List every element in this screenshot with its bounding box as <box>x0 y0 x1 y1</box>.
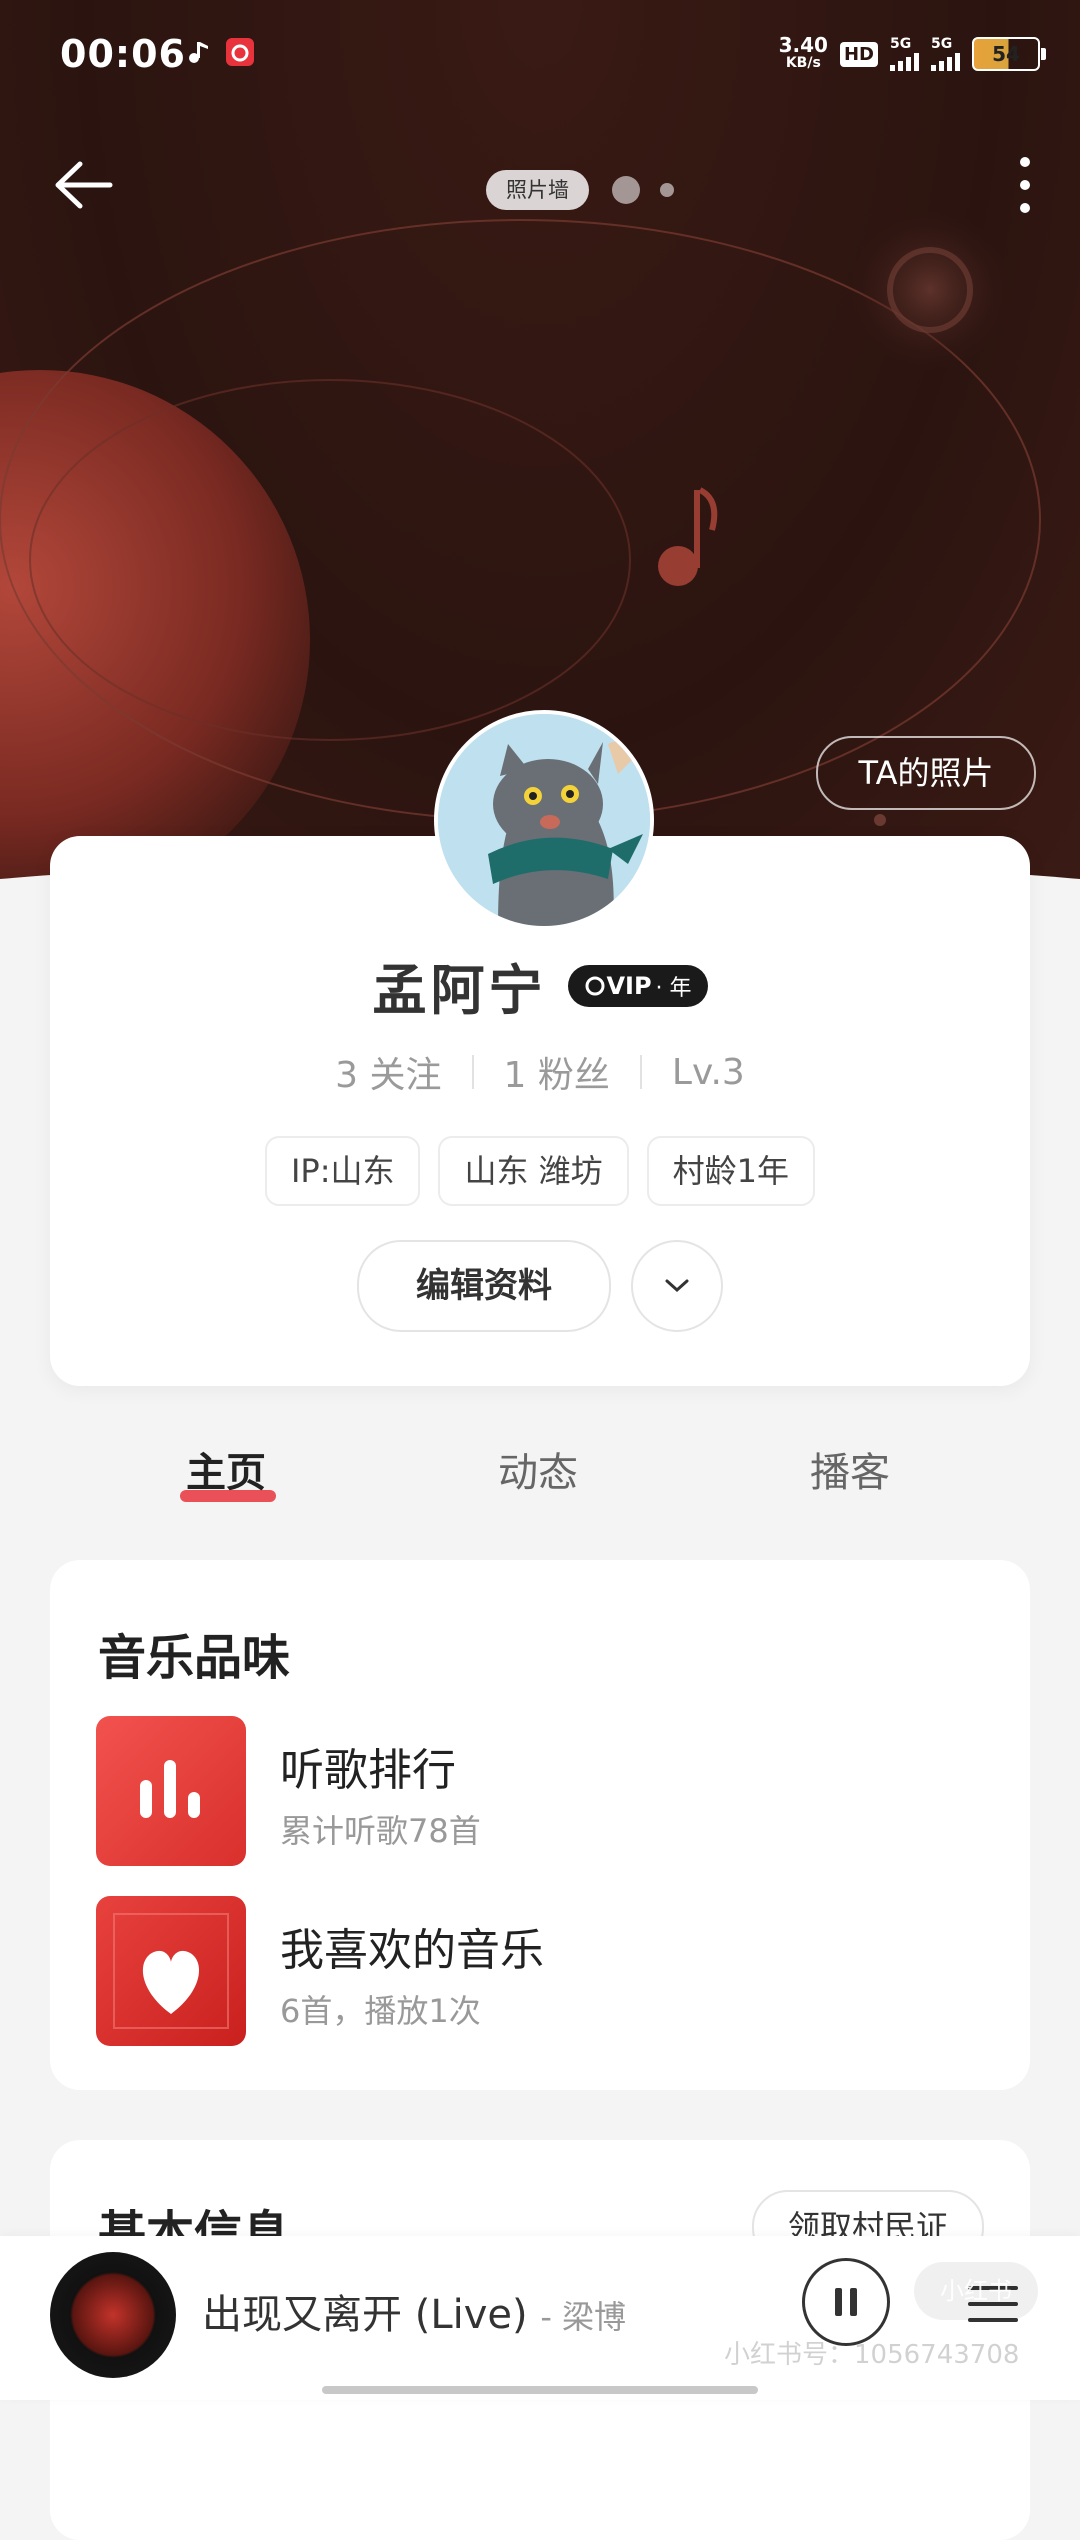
divider <box>471 1055 474 1089</box>
album-disc[interactable] <box>50 2252 176 2378</box>
tab-podcast[interactable]: 播客 <box>810 1440 890 1498</box>
expand-button[interactable] <box>631 1240 723 1332</box>
tag-ip-location: IP:山东 <box>264 1136 421 1206</box>
more-options-icon[interactable] <box>1000 150 1050 220</box>
tag-hometown[interactable]: 山东 潍坊 <box>438 1136 629 1206</box>
chevron-down-icon <box>665 1279 689 1293</box>
now-playing[interactable]: 出现又离开 (Live) - 梁博 <box>202 2282 626 2340</box>
item-title: 听歌排行 <box>280 1745 456 1796</box>
network-speed: 3.40 KB/s <box>778 33 828 71</box>
edit-profile-button[interactable]: 编辑资料 <box>357 1240 611 1332</box>
watermark-text: 小红书号：1056743708 <box>724 2340 1020 2370</box>
tab-moments[interactable]: 动态 <box>498 1440 578 1498</box>
pause-icon <box>835 2288 857 2316</box>
liked-music-cover <box>96 1896 246 2046</box>
cat-avatar-image <box>438 714 650 926</box>
username: 孟阿宁 <box>372 959 547 1022</box>
home-indicator[interactable] <box>322 2386 758 2394</box>
following-count[interactable]: 3 关注 <box>335 1046 441 1098</box>
tag-village-age[interactable]: 村龄1年 <box>646 1136 816 1206</box>
ta-photos-button[interactable]: TA的照片 <box>816 736 1036 810</box>
back-arrow-icon[interactable] <box>50 150 120 220</box>
vip-badge[interactable]: VIP · 年 <box>568 964 708 1007</box>
followers-count[interactable]: 1 粉丝 <box>504 1046 610 1098</box>
artist-name: - 梁博 <box>540 2298 627 2336</box>
watermark-logo: 小红书 <box>914 2262 1038 2320</box>
listening-rank-item[interactable]: 听歌排行 累计听歌78首 <box>96 1716 976 1866</box>
pause-button[interactable] <box>802 2258 890 2346</box>
music-taste-card: 音乐品味 听歌排行 累计听歌78首 我喜欢的音乐 6首，播放1次 <box>50 1560 1030 2090</box>
divider <box>639 1055 642 1089</box>
song-title: 出现又离开 (Live) <box>202 2292 528 2338</box>
page-indicator-dot <box>660 183 674 197</box>
item-subtitle: 6首，播放1次 <box>280 1992 481 2030</box>
mini-player[interactable]: 出现又离开 (Live) - 梁博 <box>0 2236 1080 2400</box>
status-bar: 00:06 3.40 KB/s HD 5G 5G 54 <box>0 0 1080 110</box>
liked-music-item[interactable]: 我喜欢的音乐 6首，播放1次 <box>96 1896 976 2046</box>
hd-voice-badge: HD <box>839 41 878 67</box>
battery-indicator: 54 <box>972 37 1046 71</box>
profile-tabs: 主页 动态 播客 <box>0 1440 1080 1520</box>
vip-logo-icon <box>585 976 605 995</box>
active-tab-indicator <box>180 1490 276 1502</box>
heart-icon <box>96 1896 246 2046</box>
sim2-signal: 5G <box>931 37 960 71</box>
item-title: 我喜欢的音乐 <box>280 1925 544 1976</box>
listening-rank-cover <box>96 1716 246 1866</box>
bar-chart-icon <box>96 1716 246 1866</box>
user-level[interactable]: Lv.3 <box>672 1052 745 1093</box>
avatar[interactable] <box>434 710 654 930</box>
sim1-signal: 5G <box>890 37 919 71</box>
clock: 00:06 <box>60 32 186 76</box>
item-subtitle: 累计听歌78首 <box>280 1812 481 1850</box>
music-note-icon <box>189 42 208 63</box>
section-title: 音乐品味 <box>98 1630 291 1686</box>
netease-cloud-music-icon <box>226 38 254 66</box>
photo-wall-tab[interactable]: 照片墙 <box>486 170 589 210</box>
page-indicator-dot <box>612 176 640 204</box>
